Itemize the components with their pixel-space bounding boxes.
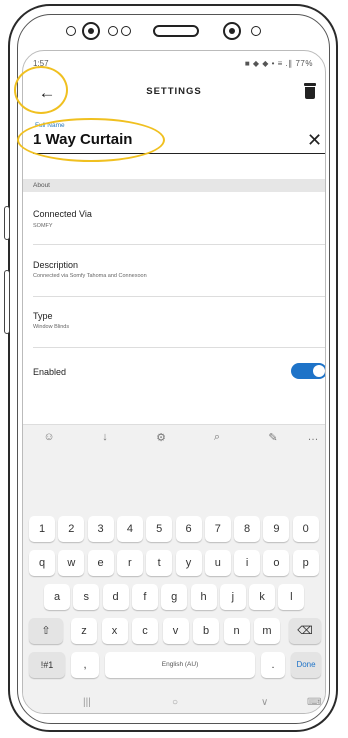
volume-down-button <box>4 270 10 334</box>
home-icon[interactable]: ○ <box>172 697 178 708</box>
letter-key[interactable]: v <box>162 618 189 644</box>
letter-key[interactable]: d <box>102 584 129 610</box>
letter-key[interactable]: j <box>219 584 246 610</box>
letter-key[interactable]: s <box>73 584 100 610</box>
detail-subtitle: SOMFY <box>33 223 53 229</box>
detail-title: Type <box>33 311 53 321</box>
letter-key[interactable]: k <box>249 584 276 610</box>
number-key[interactable]: 7 <box>204 516 231 542</box>
status-icons: ■ ◆ ◆ • ≡ .∥ 77% <box>244 59 313 68</box>
number-key[interactable]: 5 <box>146 516 173 542</box>
on-screen-keyboard: ☺ ↓ ⚙ ⌕ ✎ … 1234567890 qwertyuiop asdfgh… <box>23 424 325 713</box>
letter-key[interactable]: a <box>44 584 70 610</box>
shift-key[interactable]: ⇧ <box>29 618 63 644</box>
section-header-about: About <box>23 179 325 192</box>
letter-key[interactable]: t <box>146 550 173 576</box>
settings-icon[interactable]: ⚙ <box>151 431 171 444</box>
letter-key[interactable]: l <box>278 584 305 610</box>
more-icon[interactable]: … <box>303 431 323 443</box>
letter-key[interactable]: e <box>87 550 114 576</box>
status-bar: 1:57 ■ ◆ ◆ • ≡ .∥ 77% <box>23 51 325 75</box>
letter-key[interactable]: o <box>263 550 290 576</box>
letter-key[interactable]: r <box>116 550 143 576</box>
letter-key[interactable]: n <box>223 618 250 644</box>
trash-icon[interactable] <box>303 83 317 101</box>
front-camera-icon <box>223 22 241 40</box>
number-key[interactable]: 6 <box>175 516 202 542</box>
volume-up-button <box>4 206 10 240</box>
app-bar: ← SETTINGS <box>23 77 325 111</box>
keyboard-toolbar: ☺ ↓ ⚙ ⌕ ✎ … <box>23 425 325 453</box>
detail-subtitle: Window Blinds <box>33 324 70 330</box>
highlight-name-field <box>17 118 165 162</box>
letter-key[interactable]: b <box>193 618 219 644</box>
detail-subtitle: Connected via Somfy Tahoma and Connexoon <box>33 273 147 279</box>
letter-key[interactable]: c <box>132 618 158 644</box>
front-camera-icon <box>82 22 100 40</box>
back-nav-icon[interactable]: ∨ <box>261 697 268 708</box>
number-key[interactable]: 2 <box>58 516 85 542</box>
detail-title: Description <box>33 260 79 270</box>
letter-key[interactable]: p <box>292 550 319 576</box>
speaker-grille <box>153 25 199 37</box>
period-key[interactable]: . <box>261 652 285 678</box>
toggle-knob <box>313 365 325 377</box>
enabled-label: Enabled <box>33 367 67 377</box>
letter-key[interactable]: u <box>204 550 231 576</box>
system-nav-bar: ||| ○ ∨ ⌨ <box>23 695 325 713</box>
number-key[interactable]: 4 <box>116 516 143 542</box>
section-title: About <box>33 182 50 189</box>
page-title: SETTINGS <box>146 86 202 97</box>
keyboard-icon[interactable]: ⌨ <box>307 697 321 708</box>
letter-key[interactable]: w <box>58 550 85 576</box>
number-key[interactable]: 8 <box>234 516 261 542</box>
done-key[interactable]: Done <box>291 652 321 678</box>
letter-key[interactable]: y <box>175 550 202 576</box>
number-key[interactable]: 0 <box>292 516 319 542</box>
comma-key[interactable]: , <box>71 652 99 678</box>
sensor-icon <box>66 26 76 36</box>
clear-icon[interactable]: ✕ <box>307 131 322 149</box>
letter-key[interactable]: f <box>131 584 158 610</box>
letter-key[interactable]: m <box>254 618 280 644</box>
handwriting-icon[interactable]: ✎ <box>263 431 283 444</box>
detail-title: Connected Via <box>33 209 92 219</box>
symbols-key[interactable]: !#1 <box>29 652 65 678</box>
search-icon[interactable]: ⌕ <box>207 431 227 444</box>
highlight-back-button <box>14 66 68 114</box>
front-sensors <box>66 16 261 46</box>
letter-key[interactable]: i <box>234 550 261 576</box>
number-key[interactable]: 3 <box>87 516 114 542</box>
letter-key[interactable]: z <box>71 618 97 644</box>
microphone-icon[interactable]: ↓ <box>95 431 115 443</box>
backspace-key[interactable]: ⌫ <box>289 618 321 644</box>
letter-key[interactable]: g <box>161 584 188 610</box>
divider <box>33 296 325 297</box>
enabled-toggle[interactable] <box>291 363 325 379</box>
sensor-icon <box>251 26 261 36</box>
letter-key[interactable]: x <box>101 618 128 644</box>
letter-key[interactable]: h <box>190 584 217 610</box>
emoji-icon[interactable]: ☺ <box>39 431 59 443</box>
number-key[interactable]: 1 <box>29 516 55 542</box>
number-key[interactable]: 9 <box>263 516 290 542</box>
sensor-icon <box>121 26 131 36</box>
sensor-icon <box>108 26 118 36</box>
space-key[interactable]: English (AU) <box>105 652 255 678</box>
divider <box>33 347 325 348</box>
divider <box>33 244 325 245</box>
letter-key[interactable]: q <box>29 550 55 576</box>
recents-icon[interactable]: ||| <box>83 697 91 708</box>
